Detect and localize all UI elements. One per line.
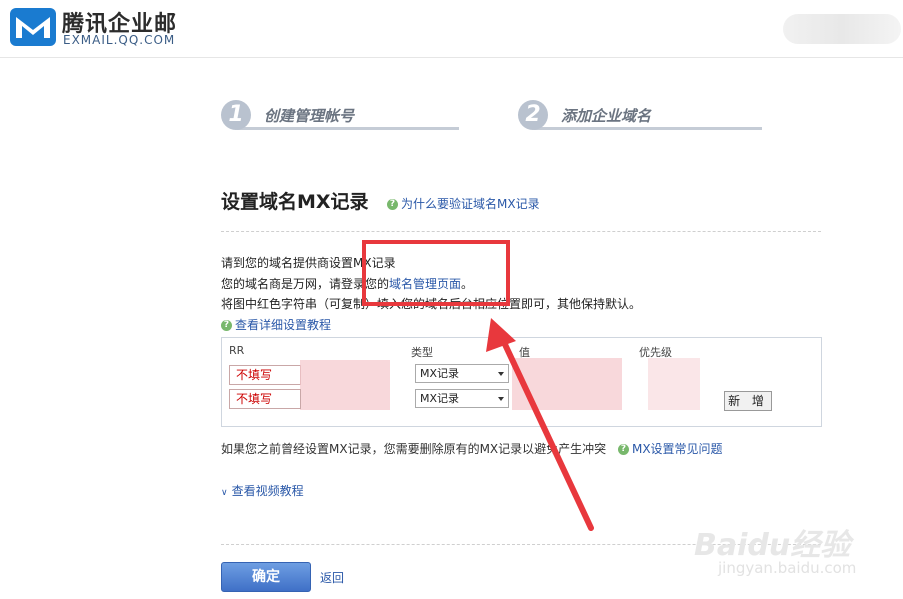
watermark-url: jingyan.baidu.com	[718, 559, 857, 577]
watermark-logo: Baidu经验	[694, 528, 851, 563]
red-arrow-annotation	[486, 318, 594, 531]
